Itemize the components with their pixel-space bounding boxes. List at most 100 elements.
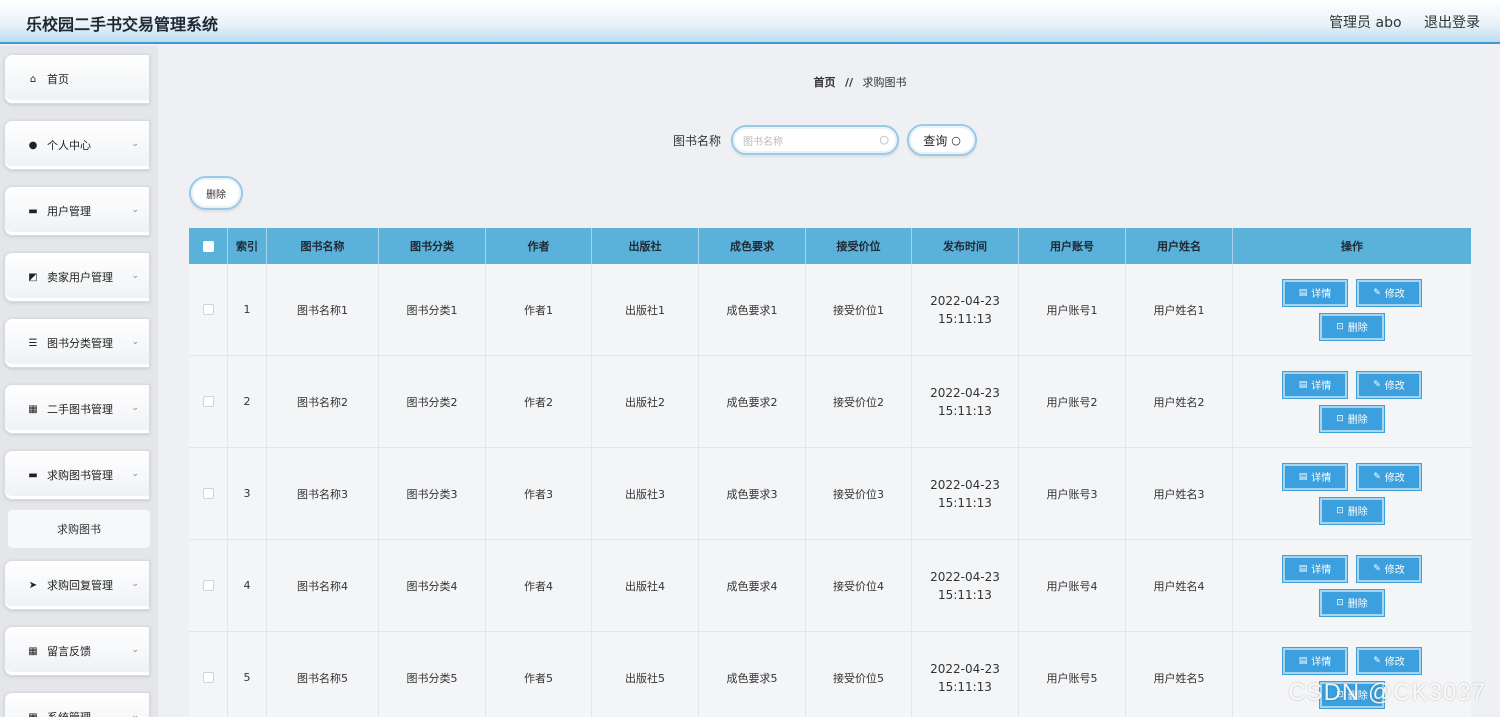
grid-icon: ▦ [28,403,38,415]
search-row: 图书名称 图书名称 ○ 查询 ○ [673,124,978,156]
table-cell: 图书分类4 [379,540,486,631]
table-cell: 5 [228,632,267,717]
chevron-down-icon: ⌄ [131,403,139,413]
sidebar-item-4[interactable]: ◩ 卖家用户管理 ⌄ [4,252,150,302]
table-cell: 成色要求3 [699,448,806,539]
actions-cell: ▤ 详情 ✎ 修改 ⊡ 删除 [1233,540,1471,631]
logout-link[interactable]: 退出登录 [1424,15,1480,31]
table-cell: 2022-04-23 15:11:13 [912,264,1019,355]
delete-button[interactable]: ⊡ 删除 [1320,313,1384,340]
sidebar-item-1[interactable]: ⌂ 首页 [4,54,150,104]
data-table: 索引 图书名称 图书分类 作者 出版社 成色要求 接受价位 发布时间 用户账号 用户姓名 操作 1图… [189,228,1471,717]
chevron-down-icon: ⌄ [131,579,139,589]
select-all-cell [189,228,228,264]
submenu-item-purchase-books[interactable]: 求购图书 [8,510,150,548]
sidebar-item-6[interactable]: ▦ 二手图书管理 ⌄ [4,384,150,434]
table-cell: 作者4 [486,540,592,631]
sidebar-item-9[interactable]: ▦ 留言反馈 ⌄ [4,626,150,676]
table-cell: 用户账号3 [1019,448,1126,539]
detail-button[interactable]: ▤ 详情 [1283,371,1347,398]
search-icon: ○ [879,133,890,146]
row-checkbox[interactable] [202,672,214,683]
query-button[interactable]: 查询 ○ [907,124,978,156]
column-header: 接受价位 [806,228,912,264]
row-checkbox[interactable] [202,580,214,591]
edit-button[interactable]: ✎ 修改 [1357,463,1421,490]
file-icon: ▤ [1298,379,1308,390]
table-cell: 3 [228,448,267,539]
edit-button[interactable]: ✎ 修改 [1357,279,1421,306]
table-cell: 成色要求4 [699,540,806,631]
detail-button[interactable]: ▤ 详情 [1283,463,1347,490]
sidebar-item-7[interactable]: ▬ 求购图书管理 ⌄ [4,450,150,500]
breadcrumb-home[interactable]: 首页 [813,76,835,89]
edit-button[interactable]: ✎ 修改 [1357,371,1421,398]
delete-button[interactable]: ⊡ 删除 [1320,589,1384,616]
table-cell: 用户账号2 [1019,356,1126,447]
row-checkbox[interactable] [202,304,214,315]
detail-button[interactable]: ▤ 详情 [1283,555,1347,582]
sidebar-item-label: 个人中心 [47,139,91,152]
table-cell: 用户账号4 [1019,540,1126,631]
list-icon: ☰ [28,337,38,349]
table-cell: 接受价位2 [806,356,912,447]
home-icon: ⌂ [29,73,37,85]
row-select-cell [189,264,228,355]
table-row: 1 图书名称1 图书分类1 作者1 出版社1 成色要求1 接受价位1 2022-04-23 1… [189,264,1471,356]
edit-button-label: 修改 [1384,473,1405,484]
table-row: 2 图书名称2 图书分类2 作者2 出版社2 成色要求2 接受价位2 2022-04-23 1… [189,356,1471,448]
monitor-icon: ▬ [28,205,38,217]
column-header: 成色要求 [699,228,806,264]
pencil-icon: ✎ [1373,471,1381,482]
trash-icon: ⊡ [1336,597,1344,608]
sidebar-item-3[interactable]: ▬ 用户管理 ⌄ [4,186,150,236]
chevron-down-icon: ⌄ [131,469,139,479]
breadcrumb: 首页 // 求购图书 [160,74,1500,90]
sidebar-item-10[interactable]: ▦ 系统管理 ⌄ [4,692,150,717]
detail-button[interactable]: ▤ 详情 [1283,279,1347,306]
actions-cell: ▤ 详情 ✎ 修改 ⊡ 删除 [1233,264,1471,355]
trash-icon: ⊡ [1336,321,1344,332]
table-cell: 出版社5 [592,632,699,717]
table-cell: 图书分类1 [379,264,486,355]
row-checkbox[interactable] [202,488,214,499]
select-all-checkbox[interactable] [202,240,214,252]
row-select-cell [189,356,228,447]
detail-button[interactable]: ▤ 详情 [1283,647,1347,674]
table-cell: 出版社1 [592,264,699,355]
table-cell: 用户姓名5 [1126,632,1233,717]
chevron-down-icon: ⌄ [131,337,139,347]
edit-button[interactable]: ✎ 修改 [1357,647,1421,674]
detail-button-label: 详情 [1311,381,1332,392]
admin-user-label[interactable]: 管理员 abo [1329,15,1401,31]
column-header: 操作 [1341,240,1363,253]
book-name-search-input[interactable]: 图书名称 ○ [731,125,900,155]
table-cell: 图书名称2 [267,356,379,447]
actions-cell: ▤ 详情 ✎ 修改 ⊡ 删除 [1233,356,1471,447]
file-icon: ▤ [1298,655,1308,666]
sidebar-item-2[interactable]: ● 个人中心 ⌄ [4,120,150,170]
table-row: 4 图书名称4 图书分类4 作者4 出版社4 成色要求4 接受价位4 2022-04-23 1… [189,540,1471,632]
table-cell: 1 [228,264,267,355]
delete-button-label: 删除 [1347,599,1368,610]
table-cell: 图书名称4 [267,540,379,631]
edit-button-label: 修改 [1384,565,1405,576]
table-cell: 2022-04-23 15:11:13 [912,540,1019,631]
batch-delete-button[interactable]: 删除 [189,176,243,210]
row-checkbox[interactable] [202,396,214,407]
breadcrumb-current: 求购图书 [862,76,907,89]
delete-button[interactable]: ⊡ 删除 [1320,497,1384,524]
delete-button[interactable]: ⊡ 删除 [1320,405,1384,432]
sidebar-item-5[interactable]: ☰ 图书分类管理 ⌄ [4,318,150,368]
sidebar-item-8[interactable]: ➤ 求购回复管理 ⌄ [4,560,150,610]
table-cell: 用户姓名1 [1126,264,1233,355]
detail-button-label: 详情 [1311,473,1332,484]
column-header: 用户姓名 [1126,228,1233,264]
table-cell: 图书名称5 [267,632,379,717]
sidebar: ⌂ 首页 ● 个人中心 ⌄ ▬ 用户管理 ⌄ ◩ 卖家用户管理 ⌄ ☰ 图书分类管理 ⌄ ▦ 二手图书管理 ⌄ ▬… [0,46,158,717]
table-cell: 用户姓名4 [1126,540,1233,631]
table-cell: 用户姓名2 [1126,356,1233,447]
table-cell: 2022-04-23 15:11:13 [912,448,1019,539]
edit-button[interactable]: ✎ 修改 [1357,555,1421,582]
file-icon: ▤ [1298,563,1308,574]
